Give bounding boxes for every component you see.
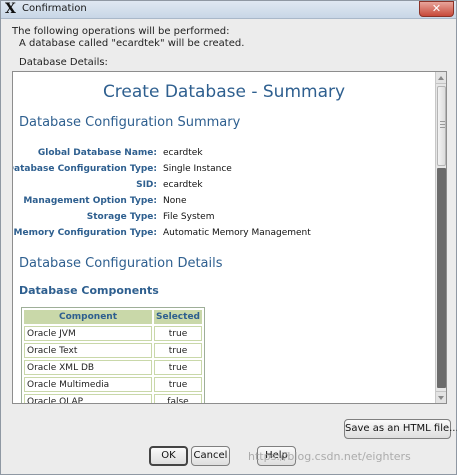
page-title: Create Database - Summary xyxy=(102,82,346,102)
grip-line xyxy=(440,124,445,125)
component-cell: Oracle XML DB xyxy=(24,360,153,375)
component-cell: Oracle Text xyxy=(24,343,153,358)
selected-cell: true xyxy=(154,326,202,341)
config-type-value: Single Instance xyxy=(163,164,232,174)
table-row: Oracle Text true xyxy=(24,343,202,358)
watermark-text: https://blog.csdn.net/eighters xyxy=(248,450,411,463)
window-title: Confirmation xyxy=(22,3,87,14)
operations-detail-text: A database called "ecardtek" will be cre… xyxy=(19,38,245,49)
storage-type-label: Storage Type: xyxy=(86,212,157,222)
grip-line xyxy=(440,121,445,122)
component-cell: Oracle OLAP xyxy=(24,394,153,403)
cancel-button[interactable]: Cancel xyxy=(191,446,230,466)
scroll-up-arrow-icon[interactable] xyxy=(436,72,446,84)
table-row: Oracle OLAP false xyxy=(24,394,202,403)
selected-cell: true xyxy=(154,343,202,358)
selected-cell: false xyxy=(154,394,202,403)
storage-type-value: File System xyxy=(163,212,215,222)
close-button[interactable]: ✕ xyxy=(419,1,454,17)
operations-intro-text: The following operations will be perform… xyxy=(12,26,230,37)
component-column-header: Component xyxy=(24,310,153,324)
memory-config-value: Automatic Memory Management xyxy=(163,228,311,238)
grip-line xyxy=(440,127,445,128)
vertical-scrollbar[interactable] xyxy=(435,72,446,403)
component-cell: Oracle JVM xyxy=(24,326,153,341)
components-heading: Database Components xyxy=(19,284,159,297)
table-row: Oracle Multimedia true xyxy=(24,377,202,392)
scroll-down-arrow-icon[interactable] xyxy=(436,391,446,403)
summary-scroll-content[interactable]: Create Database - Summary Database Confi… xyxy=(13,72,435,403)
config-details-heading: Database Configuration Details xyxy=(19,256,223,271)
global-db-name-label: Global Database Name: xyxy=(37,148,157,158)
global-db-name-value: ecardtek xyxy=(163,148,203,158)
management-option-label: Management Option Type: xyxy=(23,196,157,206)
table-header-row: Component Selected xyxy=(24,310,202,324)
selected-cell: true xyxy=(154,377,202,392)
config-summary-heading: Database Configuration Summary xyxy=(19,115,241,130)
selected-column-header: Selected xyxy=(154,310,202,324)
sid-value: ecardtek xyxy=(163,180,203,190)
config-type-label: Database Configuration Type: xyxy=(13,164,157,174)
table-row: Oracle XML DB true xyxy=(24,360,202,375)
ok-button[interactable]: OK xyxy=(149,446,188,466)
scroll-thumb[interactable] xyxy=(437,86,446,166)
components-table: Component Selected Oracle JVM true Oracl… xyxy=(21,307,205,403)
selected-cell: true xyxy=(154,360,202,375)
sid-label: SID: xyxy=(136,180,157,190)
scroll-track[interactable] xyxy=(437,168,446,388)
management-option-value: None xyxy=(163,196,187,206)
save-html-button[interactable]: Save as an HTML file... xyxy=(344,419,457,439)
component-cell: Oracle Multimedia xyxy=(24,377,153,392)
database-details-label: Database Details: xyxy=(19,57,108,68)
memory-config-label: Memory Configuration Type: xyxy=(13,228,157,238)
x-window-icon: X xyxy=(5,1,16,17)
table-row: Oracle JVM true xyxy=(24,326,202,341)
confirmation-dialog: X Confirmation ✕ The following operation… xyxy=(0,0,457,475)
summary-panel: Create Database - Summary Database Confi… xyxy=(12,71,447,404)
title-bar[interactable]: X Confirmation ✕ xyxy=(1,1,456,19)
